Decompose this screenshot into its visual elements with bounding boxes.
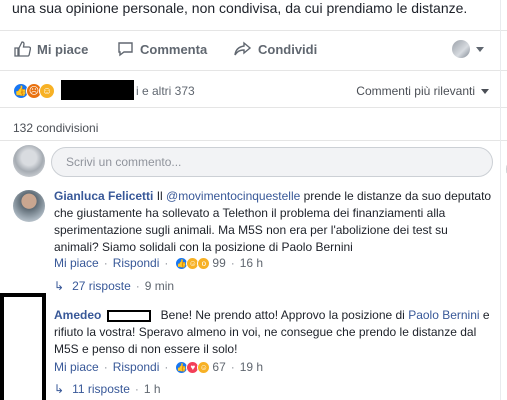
replies-time: 1 h	[143, 382, 161, 396]
comment-text-part: Il	[153, 189, 167, 203]
view-replies[interactable]: ↳ 27 risposte · 9 min	[54, 279, 174, 293]
separator: ·	[135, 279, 140, 293]
comment-like-link[interactable]: Mi piace	[54, 360, 99, 374]
haha-reaction-icon: ☺	[39, 83, 55, 99]
comment-author[interactable]: Gianluca Felicetti	[54, 189, 153, 203]
separator: ·	[103, 256, 108, 270]
like-label: Mi piace	[37, 41, 89, 57]
comment-text-part: Bene! Ne prendo atto! Approvo la posizio…	[157, 308, 409, 322]
replies-time: 9 min	[144, 279, 175, 293]
separator: ·	[230, 360, 235, 374]
speech-bubble-icon	[118, 42, 133, 57]
view-replies[interactable]: ↳ 11 risposte · 1 h	[54, 382, 161, 396]
share-arrow-icon	[234, 41, 252, 56]
comment-sort-dropdown[interactable]: Commenti più rilevanti	[356, 84, 489, 98]
comment-reactions[interactable]: 👍 ♥ ☺	[175, 360, 211, 374]
comment-time[interactable]: 16 h	[240, 256, 263, 270]
comment-input[interactable]: Scrivi un commento... GIF	[51, 147, 507, 177]
mention-link[interactable]: @movimentocinquestelle	[166, 189, 300, 203]
post-text: una sua opinione personale, non condivis…	[12, 0, 468, 16]
redacted-avatar	[0, 293, 46, 400]
chevron-down-icon	[481, 88, 489, 94]
thumbs-up-icon	[14, 41, 31, 57]
haha-reaction-icon: ☺	[197, 360, 211, 374]
replies-count[interactable]: 11 risposte	[72, 382, 130, 396]
comment-author[interactable]: Amedeo	[54, 308, 101, 322]
comment-meta: Mi piace · Rispondi · 👍 ♥ ☺ 67 · 19 h	[54, 360, 263, 374]
share-label: Condividi	[258, 41, 318, 57]
comment-reply-link[interactable]: Rispondi	[113, 256, 160, 270]
avatar	[452, 40, 470, 58]
chevron-down-icon	[476, 46, 484, 52]
comment-reactions[interactable]: 👍 ☺ o	[175, 256, 211, 270]
separator: ·	[103, 360, 108, 374]
reply-arrow-icon: ↳	[54, 279, 65, 293]
reaction-icons[interactable]: 👍 ☹ ☺	[13, 83, 55, 99]
separator: ·	[164, 360, 169, 374]
comment-text: Gianluca Felicetti Il @movimentocinquest…	[54, 188, 494, 256]
separator: ·	[164, 256, 169, 270]
reactions-count[interactable]: i e altri 373	[136, 84, 195, 98]
comment-like-link[interactable]: Mi piace	[54, 256, 99, 270]
share-button[interactable]: Condividi	[234, 41, 317, 57]
separator: ·	[134, 382, 139, 396]
sort-label: Commenti più rilevanti	[356, 84, 475, 98]
separator: ·	[230, 256, 235, 270]
like-button[interactable]: Mi piace	[14, 41, 88, 57]
comment-time[interactable]: 19 h	[240, 360, 263, 374]
comment-placeholder: Scrivi un commento...	[66, 155, 182, 169]
avatar[interactable]	[13, 190, 45, 222]
redacted-name	[107, 310, 152, 323]
avatar	[13, 145, 45, 177]
wow-reaction-icon: o	[197, 256, 211, 270]
mention-link[interactable]: Paolo Bernini	[408, 308, 479, 322]
replies-count[interactable]: 27 risposte	[72, 279, 131, 293]
reaction-count: 99	[212, 256, 226, 270]
share-as-selector[interactable]	[452, 40, 484, 58]
reply-arrow-icon: ↳	[54, 382, 65, 396]
comment-button[interactable]: Commenta	[117, 41, 207, 57]
scrollbar-track[interactable]	[500, 0, 501, 400]
comment-composer: Scrivi un commento... GIF	[0, 140, 507, 180]
redacted-name	[61, 80, 134, 100]
reaction-count: 67	[212, 360, 226, 374]
comment-text: Amedeo Bene! Ne prendo atto! Approvo la …	[54, 307, 494, 358]
post-action-bar: Mi piace Commenta Condividi	[0, 30, 507, 70]
comment-label: Commenta	[140, 41, 208, 57]
reactions-summary: 👍 ☹ ☺ i e altri 373 Commenti più rilevan…	[0, 70, 507, 108]
shares-count[interactable]: 132 condivisioni	[13, 121, 98, 135]
comment-reply-link[interactable]: Rispondi	[113, 360, 160, 374]
comment-meta: Mi piace · Rispondi · 👍 ☺ o 99 · 16 h	[54, 256, 263, 270]
